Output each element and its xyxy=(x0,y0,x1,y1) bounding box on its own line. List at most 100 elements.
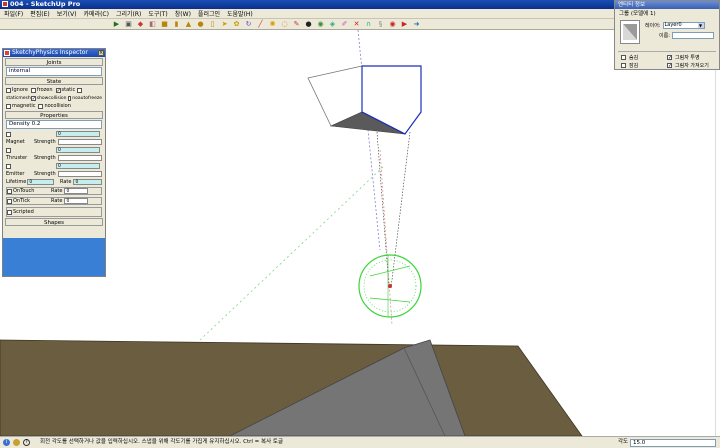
staticmesh-checkbox[interactable]: ✓ xyxy=(30,95,36,101)
model-viewport[interactable]: SketchyPhysics Inspector × Joints intern… xyxy=(0,30,716,436)
menu-view[interactable]: 보기(V) xyxy=(57,9,77,18)
lifetime-row: Lifetime 0 Rate 0 xyxy=(6,178,102,186)
hide-checkbox[interactable] xyxy=(621,55,626,60)
lifetime-field[interactable]: 0 xyxy=(27,179,54,185)
frozen-checkbox[interactable] xyxy=(30,87,36,93)
magnetic-checkbox[interactable] xyxy=(6,103,11,109)
record-button-icon[interactable]: ◉ xyxy=(388,20,397,29)
density-field[interactable]: Density 0.2 xyxy=(6,120,102,129)
entity-name: 그룹 (모델에 1) xyxy=(619,11,656,17)
help-icon[interactable]: ? xyxy=(23,439,30,446)
tube-icon[interactable]: ▯ xyxy=(208,20,217,29)
menu-file[interactable]: 파일(F) xyxy=(4,9,23,18)
menu-help[interactable]: 도움말(H) xyxy=(227,9,253,18)
menu-window[interactable]: 창(W) xyxy=(175,9,191,18)
nocollision-checkbox[interactable] xyxy=(38,103,44,109)
line-icon[interactable]: ╱ xyxy=(256,20,265,29)
record-icon[interactable]: ● xyxy=(304,20,313,29)
geo-location-icon[interactable] xyxy=(13,439,20,446)
extra-checkbox[interactable] xyxy=(77,87,83,93)
cylinder-icon[interactable]: ▮ xyxy=(172,20,181,29)
ignore-checkbox[interactable] xyxy=(6,87,11,93)
menu-tools[interactable]: 도구(T) xyxy=(148,9,167,18)
emitter-checkbox[interactable] xyxy=(6,163,11,169)
magnet-strength-field[interactable]: 0 xyxy=(56,131,100,137)
sun-icon[interactable]: ✺ xyxy=(268,20,277,29)
cone-icon[interactable]: ▲ xyxy=(184,20,193,29)
component-icon[interactable]: ▣ xyxy=(124,20,133,29)
thruster-value-field[interactable] xyxy=(57,155,102,161)
ontick-checkbox[interactable] xyxy=(7,198,12,204)
erase-icon[interactable]: ◧ xyxy=(148,20,157,29)
thruster-strength-field[interactable]: 0 xyxy=(56,147,100,153)
sketchup-window: 004 - SketchUp Pro 파일(F) 편집(E) 보기(V) 카메라… xyxy=(0,0,720,448)
magnet-value-field[interactable] xyxy=(57,139,102,145)
wand-icon[interactable]: ✐ xyxy=(340,20,349,29)
menu-draw[interactable]: 그리기(R) xyxy=(116,9,141,18)
cast-shadow-checkbox[interactable]: ✓ xyxy=(667,55,672,61)
scene-drawing[interactable] xyxy=(0,30,716,436)
name-label: 이름: xyxy=(659,33,670,39)
ontouch-rate-field[interactable]: 0 xyxy=(64,188,89,194)
layer-row: 레이어: Layer0 ▼ xyxy=(645,22,705,29)
measurements-label: 각도 xyxy=(618,439,629,445)
ontouch-checkbox[interactable] xyxy=(7,188,12,194)
sphere-icon[interactable]: ● xyxy=(196,20,205,29)
lock-checkbox[interactable] xyxy=(621,63,626,68)
emitter-strength-label: Strength xyxy=(34,171,56,177)
pencil-icon[interactable]: ✎ xyxy=(292,20,301,29)
measurements-field[interactable]: 15.0 xyxy=(630,439,716,447)
panel-close-button[interactable]: × xyxy=(98,50,104,56)
paint-icon[interactable]: ◆ xyxy=(136,20,145,29)
menu-camera[interactable]: 카메라(C) xyxy=(84,9,109,18)
emitter-value-field[interactable] xyxy=(57,171,102,177)
static-checkbox[interactable]: ✓ xyxy=(55,87,61,93)
play-icon[interactable]: ▶ xyxy=(400,20,409,29)
pointer-icon[interactable]: ➤ xyxy=(220,20,229,29)
entity-info-title: 엔티티 정보 xyxy=(615,1,719,9)
magnet-icon[interactable]: ∩ xyxy=(364,20,373,29)
sketchup-logo-icon xyxy=(2,1,8,7)
spring-icon[interactable]: § xyxy=(376,20,385,29)
status-bar: i ? 회전 각도를 선택하거나 값을 입력하십시오. 스냅을 위해 각도기를 … xyxy=(0,436,720,448)
layer-dropdown[interactable]: Layer0 ▼ xyxy=(662,22,705,29)
status-hint: 회전 각도를 선택하거나 값을 입력하십시오. 스냅을 위해 각도기를 가집게 … xyxy=(40,439,284,445)
receive-shadow-label: 그림자 가져오기 xyxy=(675,63,709,69)
menu-edit[interactable]: 편집(E) xyxy=(30,9,50,18)
scripted-checkbox[interactable] xyxy=(7,209,12,215)
magnet-checkbox[interactable] xyxy=(6,131,11,137)
rotate-protractor[interactable] xyxy=(358,254,422,318)
panel-title: SketchyPhysics Inspector xyxy=(12,49,88,56)
menu-plugins[interactable]: 플러그인 xyxy=(198,9,220,18)
joints-field[interactable]: internal xyxy=(6,67,102,76)
menu-bar: 파일(F) 편집(E) 보기(V) 카메라(C) 그리기(R) 도구(T) 창(… xyxy=(0,9,620,19)
joints-header[interactable]: Joints xyxy=(5,58,103,66)
magnet-row: Magnet Strength xyxy=(6,138,102,146)
joint-icon[interactable]: ◈ xyxy=(328,20,337,29)
properties-header[interactable]: Properties xyxy=(5,111,103,119)
rotate-icon[interactable]: ↻ xyxy=(244,20,253,29)
name-field[interactable] xyxy=(671,32,714,39)
gear-icon[interactable]: ✿ xyxy=(232,20,241,29)
thruster-toggle-row: 0 xyxy=(6,146,102,154)
emitter-strength-field[interactable]: 0 xyxy=(56,163,100,169)
box-icon[interactable]: ■ xyxy=(160,20,169,29)
shapes-header[interactable]: Shapes xyxy=(5,218,103,226)
receive-shadow-checkbox[interactable]: ✓ xyxy=(667,63,672,69)
thruster-label: Thruster xyxy=(6,155,28,161)
state-row-2: staticmesh ✓ showcollision noautofreeze xyxy=(6,94,102,102)
density-value[interactable]: 0.2 xyxy=(32,121,41,127)
thruster-checkbox[interactable] xyxy=(6,147,11,153)
scripted-row: Scripted xyxy=(6,207,102,217)
state-header[interactable]: State xyxy=(5,77,103,85)
showcollision-checkbox[interactable] xyxy=(67,95,72,101)
magnet-label: Magnet xyxy=(6,139,25,145)
ontick-rate-field[interactable]: 0 xyxy=(64,198,89,204)
cross-icon[interactable]: ✕ xyxy=(352,20,361,29)
select-icon[interactable]: ▶ xyxy=(112,20,121,29)
rate-field[interactable]: 0 xyxy=(73,179,102,185)
orbit-icon[interactable]: ◌ xyxy=(280,20,289,29)
arrow-icon[interactable]: ➜ xyxy=(412,20,421,29)
globe-icon[interactable]: ◉ xyxy=(316,20,325,29)
info-icon[interactable]: i xyxy=(3,439,10,446)
